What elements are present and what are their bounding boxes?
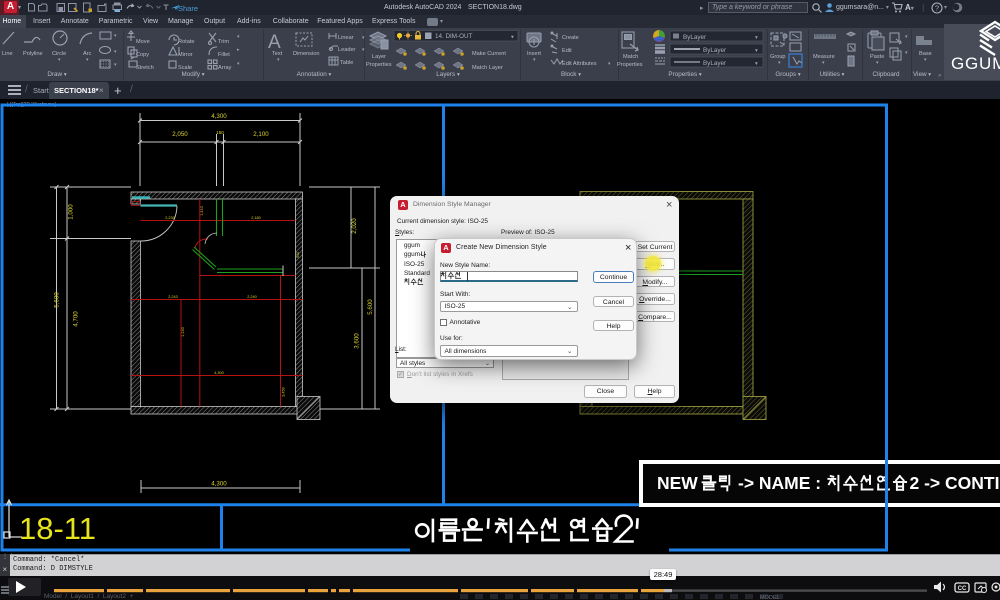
svg-text:-> NAME :: -> NAME : [738,473,821,493]
svg-text:NEW: NEW [657,473,698,493]
svg-text:CC: CC [958,586,967,592]
svg-text:2 -> CONTINUE: 2 -> CONTINUE [910,473,1000,493]
svg-text:MODEL: MODEL [760,595,780,600]
